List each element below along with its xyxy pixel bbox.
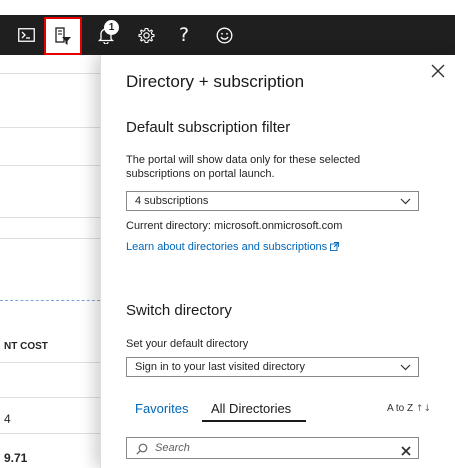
- switch-directory-heading: Switch directory: [126, 302, 232, 319]
- notification-badge: 1: [104, 20, 119, 35]
- close-icon[interactable]: [431, 64, 445, 78]
- search-input[interactable]: [155, 440, 385, 456]
- learn-directories-link[interactable]: Learn about directories and subscription…: [126, 241, 340, 254]
- cell-value: 4: [4, 412, 11, 426]
- divider: [0, 127, 100, 128]
- divider: [0, 165, 100, 166]
- chevron-down-icon: [400, 196, 411, 208]
- top-bar: 1 ?: [0, 15, 455, 55]
- default-directory-dropdown[interactable]: Sign in to your last visited directory: [126, 357, 419, 377]
- gear-icon[interactable]: [126, 15, 166, 55]
- column-header: NT COST: [4, 341, 48, 352]
- divider: [0, 362, 100, 363]
- directory-search-box[interactable]: [126, 437, 419, 459]
- current-directory: Current directory: microsoft.onmicrosoft…: [126, 220, 343, 232]
- filter-description: The portal will show data only for these…: [126, 154, 361, 180]
- sort-button[interactable]: A to Z ↑↓: [387, 403, 431, 414]
- help-icon[interactable]: ?: [164, 15, 204, 55]
- dashed-divider: [0, 300, 100, 301]
- divider: [0, 73, 100, 74]
- panel-title: Directory + subscription: [126, 72, 305, 91]
- subscriptions-dropdown-value: 4 subscriptions: [135, 195, 209, 207]
- divider: [0, 433, 100, 434]
- divider: [0, 238, 100, 239]
- filter-heading: Default subscription filter: [126, 119, 291, 136]
- directory-filter-icon[interactable]: [44, 17, 82, 55]
- sort-arrows-icon: ↑↓: [415, 404, 431, 414]
- tab-favorites[interactable]: Favorites: [135, 401, 188, 416]
- sort-label: A to Z: [387, 403, 414, 414]
- feedback-smiley-icon[interactable]: [204, 15, 244, 55]
- clear-search-icon[interactable]: [401, 443, 411, 461]
- tab-all-directories[interactable]: All Directories: [211, 401, 291, 416]
- background-page: NT COST 4 9.71: [0, 55, 100, 468]
- cloud-shell-icon[interactable]: [6, 15, 46, 55]
- search-icon: [136, 442, 148, 460]
- chevron-down-icon: [400, 362, 411, 374]
- default-directory-dropdown-value: Sign in to your last visited directory: [135, 361, 305, 373]
- subscriptions-dropdown[interactable]: 4 subscriptions: [126, 191, 419, 211]
- divider: [0, 217, 100, 218]
- cell-value: 9.71: [4, 451, 28, 465]
- directory-subscription-panel: Directory + subscription Default subscri…: [100, 55, 455, 468]
- learn-directories-link-text: Learn about directories and subscription…: [126, 241, 328, 253]
- external-link-icon: [330, 242, 340, 254]
- active-tab-indicator: [202, 420, 306, 422]
- divider: [0, 397, 100, 398]
- default-directory-label: Set your default directory: [126, 338, 249, 350]
